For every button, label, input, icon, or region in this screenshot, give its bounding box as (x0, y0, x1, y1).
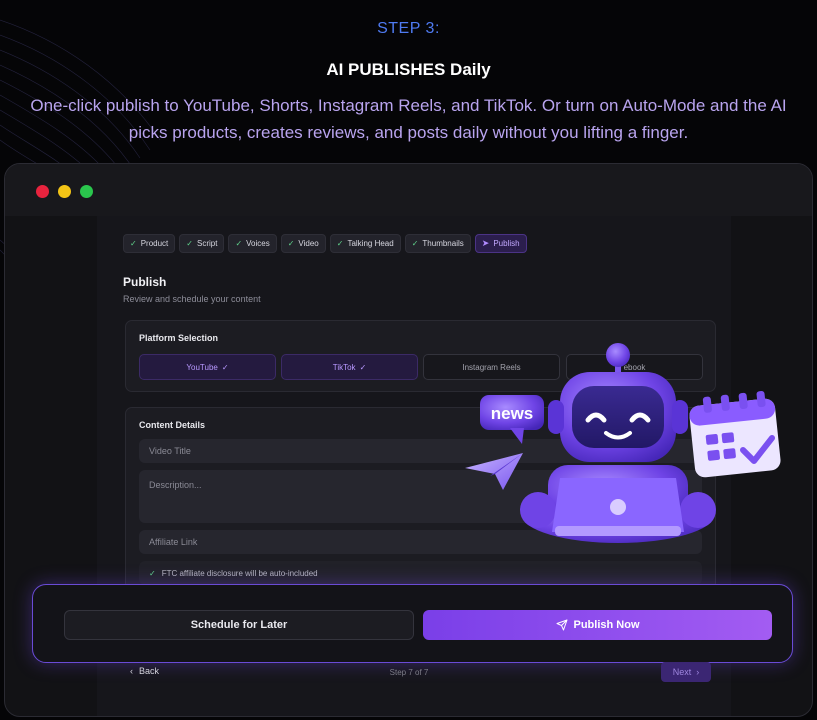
step-publish[interactable]: ➤ Publish (474, 234, 527, 253)
step-thumbnails[interactable]: ✓ Thumbnails (404, 234, 471, 253)
step-label: Talking Head (347, 239, 394, 248)
check-icon: ✓ (235, 239, 243, 248)
minimize-window-button[interactable] (58, 185, 71, 198)
check-icon: ✓ (149, 568, 156, 578)
platform-label: YouTube (186, 362, 218, 372)
send-icon: ➤ (481, 238, 490, 248)
step-script[interactable]: ✓ Script (179, 234, 225, 253)
step-label: Publish (493, 239, 520, 248)
schedule-for-later-button[interactable]: Schedule for Later (64, 610, 414, 640)
step-label: STEP 3: (377, 20, 440, 37)
step-label: Voices (246, 239, 270, 248)
step-product[interactable]: ✓ Product (123, 234, 176, 253)
maximize-window-button[interactable] (80, 185, 93, 198)
wizard-steps: ✓ Product ✓ Script ✓ Voices ✓ Video ✓ Ta… (123, 234, 527, 253)
platform-youtube-button[interactable]: YouTube ✓ (139, 354, 276, 380)
step-indicator: Step 7 of 7 (389, 668, 429, 677)
check-icon: ✓ (130, 239, 137, 248)
platform-label: TikTok (332, 362, 356, 372)
headline: AI PUBLISHES Daily (326, 60, 491, 79)
next-button[interactable]: Next › (661, 662, 711, 682)
robot-mascot-illustration: news (465, 343, 781, 543)
ftc-disclosure-note: ✓ FTC affiliate disclosure will be auto-… (139, 561, 702, 585)
publish-now-label: Publish Now (573, 619, 640, 631)
step-label: Thumbnails (422, 239, 464, 248)
platform-selection-title: Platform Selection (139, 333, 219, 343)
page-subtitle: Review and schedule your content (123, 294, 261, 304)
step-label: Video (298, 239, 319, 248)
step-talking-head[interactable]: ✓ Talking Head (329, 234, 401, 253)
platform-tiktok-button[interactable]: TikTok ✓ (281, 354, 418, 380)
calendar-icon (689, 390, 781, 478)
check-icon: ✓ (287, 239, 295, 248)
close-window-button[interactable] (36, 185, 49, 198)
step-voices[interactable]: ✓ Voices (228, 234, 277, 253)
step-video[interactable]: ✓ Video (280, 234, 326, 253)
check-icon: ✓ (186, 239, 193, 248)
check-icon: ✓ (336, 239, 344, 248)
news-bubble: news (480, 395, 544, 444)
hero-description: One-click publish to YouTube, Shorts, In… (30, 96, 787, 142)
page-title: Publish (123, 275, 167, 289)
paper-plane-icon (465, 453, 523, 490)
check-icon: ✓ (411, 239, 419, 248)
step-label: Script (196, 239, 218, 248)
chevron-right-icon: › (696, 667, 700, 677)
publish-now-button[interactable]: Publish Now (423, 610, 772, 640)
window-titlebar (5, 164, 812, 216)
step-label: Product (140, 239, 169, 248)
news-badge-text: news (491, 404, 534, 423)
laptop-icon (552, 478, 684, 536)
ftc-note-text: FTC affiliate disclosure will be auto-in… (161, 568, 318, 578)
paper-plane-icon (556, 619, 567, 631)
content-details-title: Content Details (139, 420, 206, 430)
next-label: Next (672, 667, 692, 677)
check-icon: ✓ (221, 362, 229, 372)
check-icon: ✓ (359, 362, 367, 372)
action-panel: Schedule for Later Publish Now (32, 584, 793, 663)
